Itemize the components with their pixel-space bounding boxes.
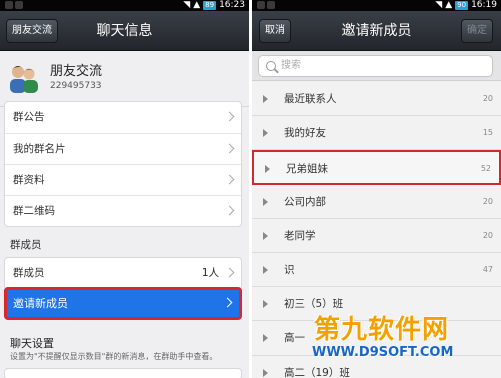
cancel-button[interactable]: 取消 bbox=[259, 19, 291, 43]
settings-card[interactable] bbox=[4, 368, 242, 378]
search-icon bbox=[266, 61, 276, 71]
expand-arrow-icon bbox=[263, 334, 268, 343]
notification-icons bbox=[5, 1, 23, 9]
app-notification-icon bbox=[5, 1, 13, 9]
group-row-friends[interactable]: 我的好友 15 bbox=[252, 116, 501, 151]
group-id: 229495733 bbox=[50, 81, 102, 91]
group-avatar-icon bbox=[7, 61, 39, 93]
expand-arrow-icon bbox=[263, 197, 268, 206]
search-placeholder: 搜索 bbox=[281, 60, 301, 71]
watermark-url: WWW.D9SOFT.COM bbox=[312, 345, 454, 360]
group-row-known[interactable]: 识 47 bbox=[252, 252, 501, 288]
group-row-recent[interactable]: 最近联系人 20 bbox=[252, 82, 501, 117]
battery-icon: 90 bbox=[455, 1, 469, 10]
chat-settings-description: 设置为"不提醒仅显示数目"群的新消息，在群助手中查看。 bbox=[10, 352, 218, 361]
group-row-siblings[interactable]: 兄弟姐妹 52 bbox=[252, 150, 501, 185]
group-count: 15 bbox=[482, 128, 493, 138]
wifi-icon: ◥ bbox=[435, 0, 443, 10]
chevron-right-icon bbox=[224, 174, 235, 185]
chat-settings-header: 聊天设置 bbox=[10, 337, 54, 350]
chevron-right-icon bbox=[224, 143, 235, 154]
app-notification-icon bbox=[257, 1, 265, 9]
chevron-right-icon bbox=[224, 111, 235, 122]
expand-arrow-icon bbox=[263, 95, 268, 103]
expand-arrow-icon bbox=[263, 265, 268, 274]
search-input[interactable]: 搜索 bbox=[258, 55, 493, 77]
group-row-company[interactable]: 公司内部 20 bbox=[252, 184, 501, 219]
chat-info-screen: ◥ ▲ 89 16:23 聊天信息 朋友交流 朋友交流 229495733 群公… bbox=[0, 0, 249, 378]
group-header[interactable]: 朋友交流 229495733 bbox=[0, 51, 249, 107]
members-row[interactable]: 群成员 1人 bbox=[5, 258, 241, 289]
toolbar: 邀请新成员 取消 确定 bbox=[252, 11, 501, 51]
clock: 16:23 bbox=[219, 0, 245, 10]
expand-arrow-icon bbox=[263, 129, 268, 138]
group-count: 20 bbox=[482, 196, 493, 206]
members-section-header: 群成员 bbox=[10, 239, 42, 251]
group-name: 我的好友 bbox=[284, 127, 326, 140]
group-info-card: 群公告 我的群名片 群资料 群二维码 bbox=[4, 101, 242, 227]
wifi-icon: ◥ bbox=[183, 0, 191, 10]
expand-arrow-icon bbox=[263, 231, 268, 240]
search-bar: 搜索 bbox=[252, 51, 501, 81]
watermark-brand: 第九软件网 bbox=[314, 315, 450, 345]
group-card-row[interactable]: 我的群名片 bbox=[5, 133, 241, 164]
members-card: 群成员 1人 bbox=[4, 257, 242, 290]
row-label: 群公告 bbox=[13, 111, 45, 123]
confirm-button[interactable]: 确定 bbox=[461, 19, 493, 43]
toolbar: 聊天信息 朋友交流 bbox=[0, 11, 249, 51]
expand-arrow-icon bbox=[265, 165, 270, 174]
member-count: 1人 bbox=[201, 267, 219, 279]
group-count: 20 bbox=[482, 94, 493, 103]
group-name: 识 bbox=[284, 263, 295, 276]
announcement-row[interactable]: 群公告 bbox=[5, 102, 241, 133]
group-name: 最近联系人 bbox=[284, 93, 337, 105]
row-label: 我的群名片 bbox=[13, 143, 66, 155]
group-name: 公司内部 bbox=[284, 195, 326, 208]
chevron-right-icon bbox=[224, 205, 235, 216]
group-qrcode-row[interactable]: 群二维码 bbox=[5, 195, 241, 226]
group-name: 朋友交流 bbox=[50, 64, 103, 79]
row-label: 群资料 bbox=[13, 174, 45, 186]
signal-icon: ▲ bbox=[193, 0, 201, 10]
back-button[interactable]: 朋友交流 bbox=[6, 19, 58, 43]
chevron-right-icon bbox=[222, 297, 233, 308]
status-bar: ◥ ▲ 89 16:23 bbox=[0, 0, 249, 11]
group-name: 老同学 bbox=[284, 229, 316, 242]
row-label: 邀请新成员 bbox=[13, 297, 68, 310]
clock: 16:19 bbox=[471, 0, 497, 10]
group-profile-row[interactable]: 群资料 bbox=[5, 164, 241, 195]
row-label: 群成员 bbox=[13, 267, 45, 279]
row-label: 群二维码 bbox=[13, 205, 55, 217]
chevron-right-icon bbox=[224, 267, 235, 278]
expand-arrow-icon bbox=[263, 368, 268, 377]
expand-arrow-icon bbox=[263, 300, 268, 309]
watermark: 第九软件网 WWW.D9SOFT.COM bbox=[300, 309, 501, 378]
app-notification-icon bbox=[267, 1, 275, 9]
group-row-classmates[interactable]: 老同学 20 bbox=[252, 218, 501, 253]
group-name: 兄弟姐妹 bbox=[286, 163, 328, 176]
group-count: 52 bbox=[480, 164, 491, 174]
status-bar: ◥ ▲ 90 16:19 bbox=[252, 0, 501, 11]
notification-icons bbox=[257, 1, 275, 9]
invite-new-members-row[interactable]: 邀请新成员 bbox=[4, 287, 242, 320]
app-notification-icon bbox=[15, 1, 23, 9]
signal-icon: ▲ bbox=[445, 0, 453, 10]
group-count: 20 bbox=[482, 230, 493, 240]
group-count: 47 bbox=[482, 264, 493, 274]
battery-icon: 89 bbox=[203, 1, 217, 10]
